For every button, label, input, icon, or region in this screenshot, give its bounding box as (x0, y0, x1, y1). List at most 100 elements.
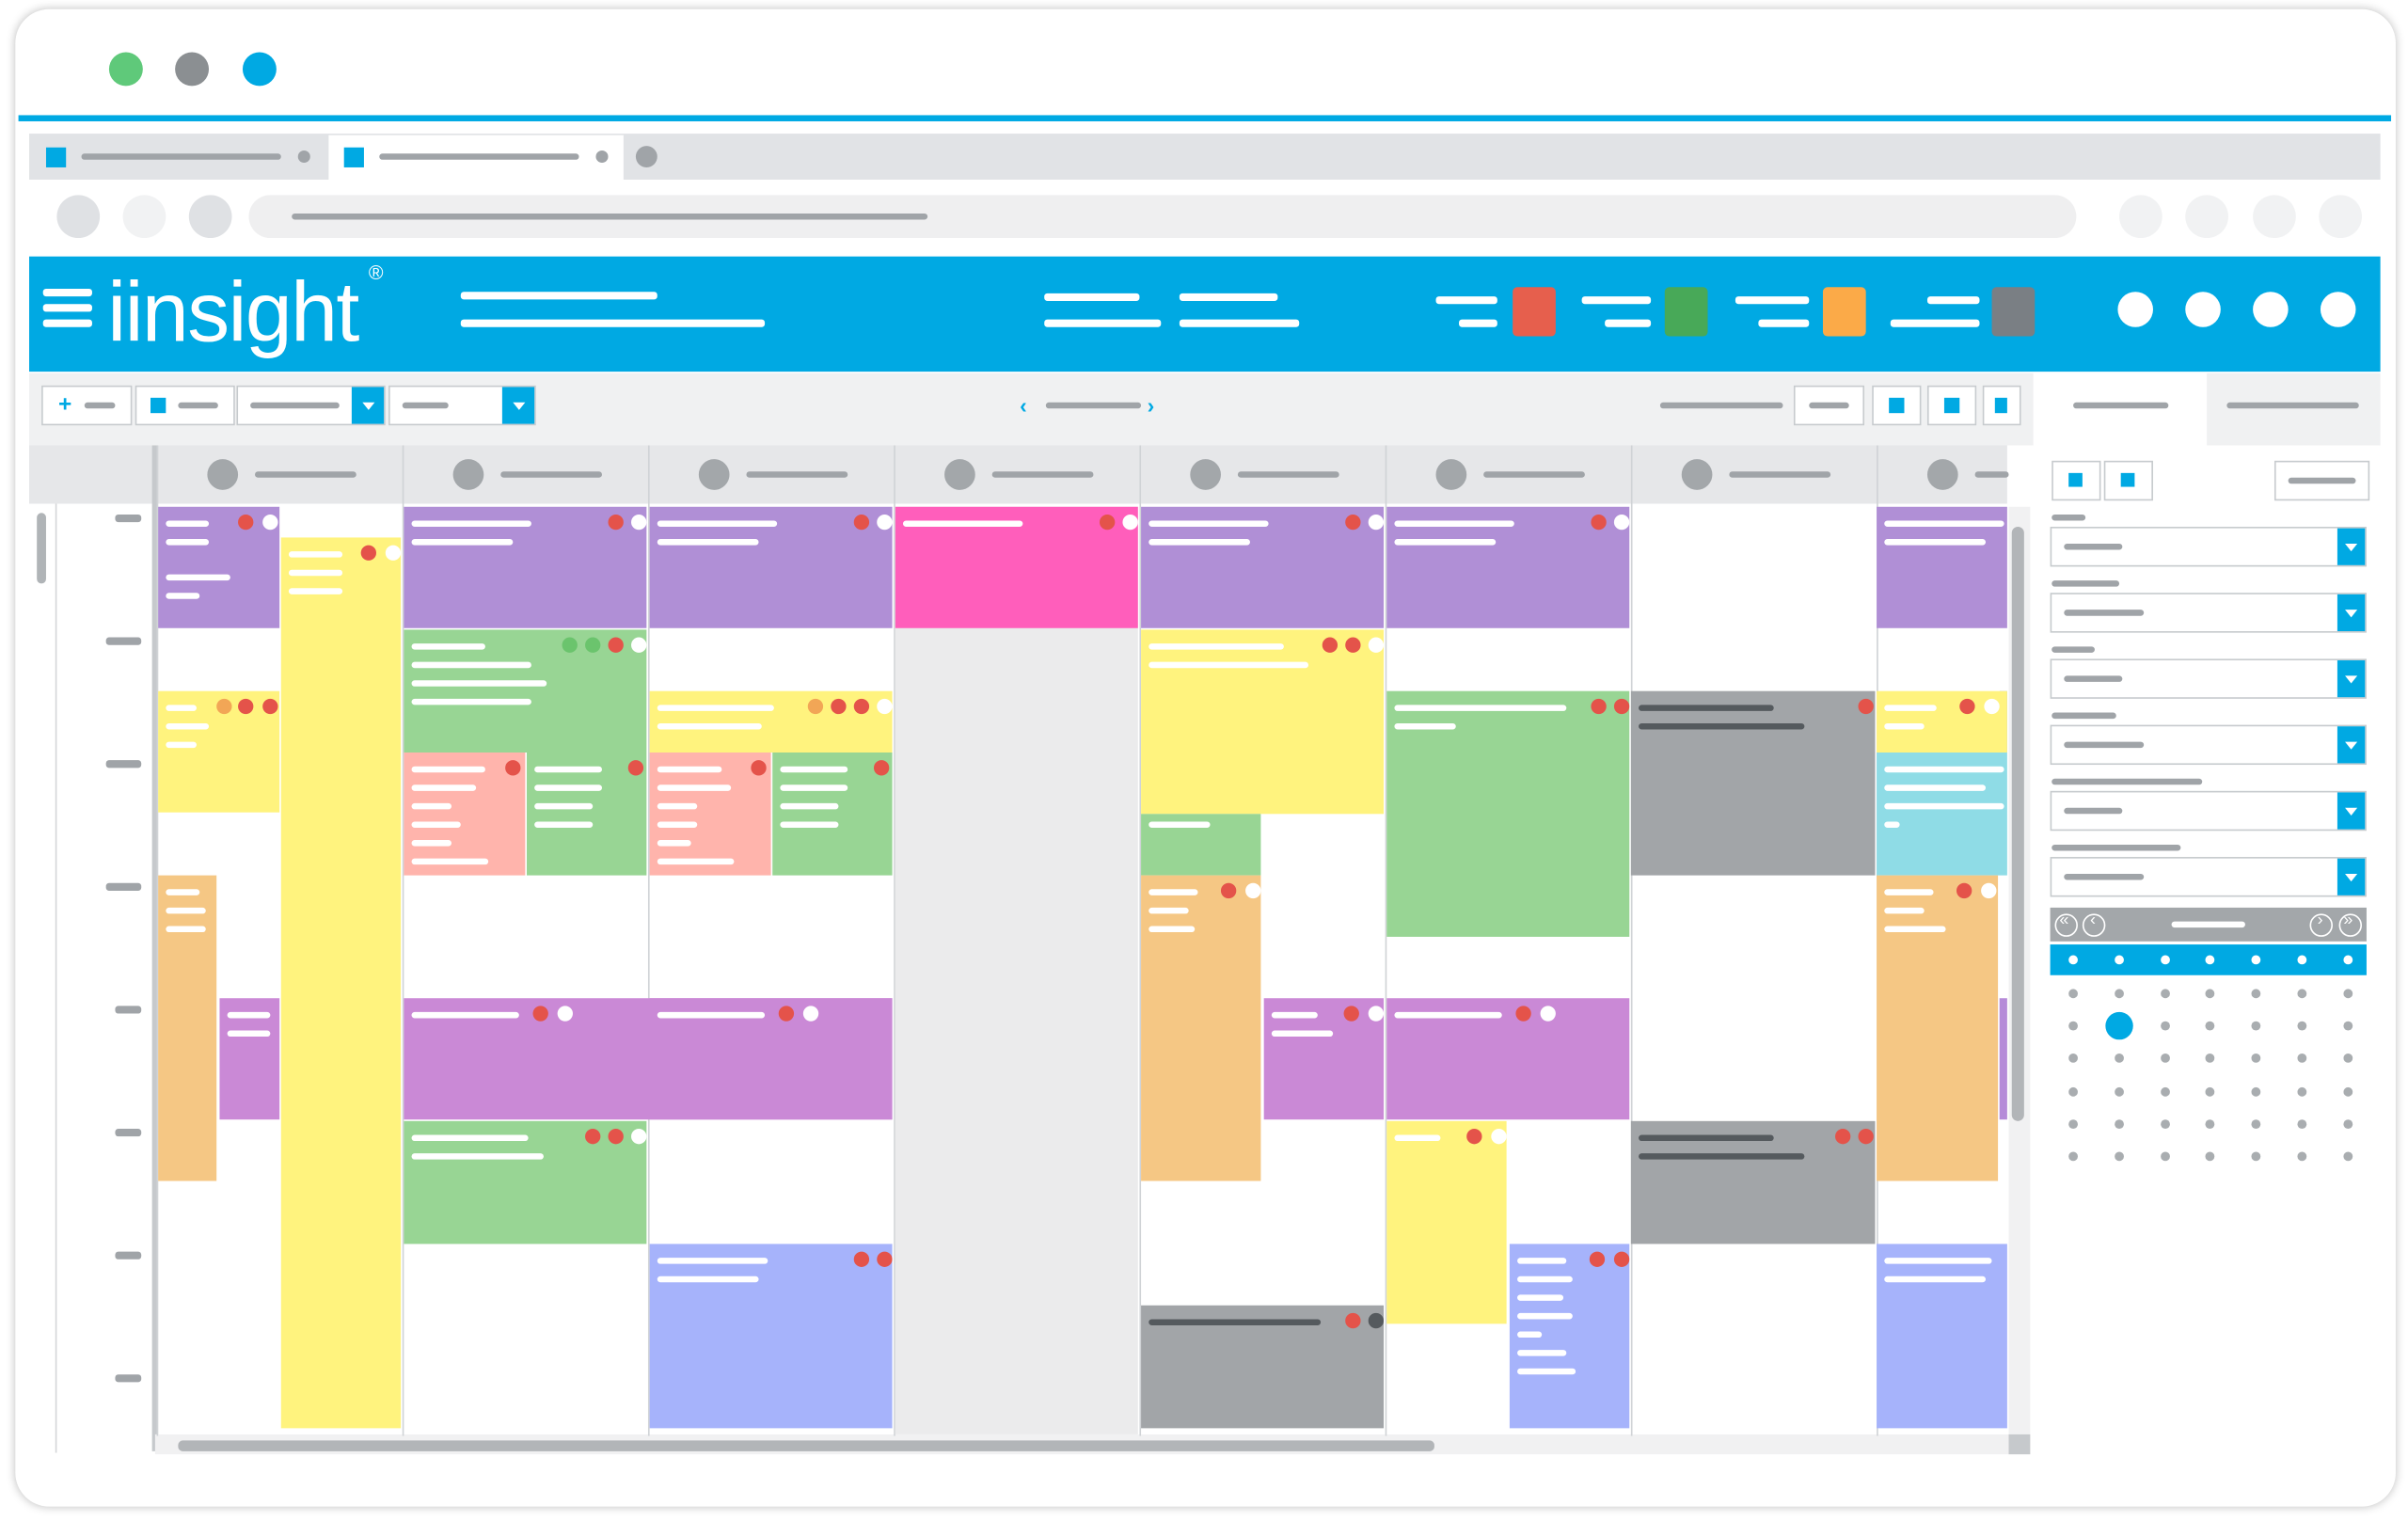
tab-2-active[interactable] (328, 135, 624, 181)
reload-button[interactable] (188, 195, 232, 239)
double-chevron-right-icon[interactable]: » (2338, 911, 2363, 937)
calendar-event[interactable] (280, 537, 402, 1429)
calendar-event[interactable] (158, 506, 280, 628)
calendar-event[interactable] (1386, 1120, 1507, 1324)
window-minimize-button[interactable] (175, 52, 210, 87)
extension-button-2[interactable] (2185, 195, 2228, 239)
back-button[interactable] (56, 195, 101, 239)
calendar-event[interactable] (527, 752, 647, 876)
calendar-event[interactable] (158, 875, 217, 1181)
mini-calendar-day[interactable] (2343, 1022, 2353, 1031)
mini-calendar-day[interactable] (2160, 1118, 2170, 1129)
calendar-event[interactable] (404, 629, 647, 753)
chevron-right-circle-icon[interactable]: › (2309, 911, 2333, 937)
add-event-button[interactable]: + (41, 385, 133, 426)
mini-calendar-day[interactable] (2160, 1022, 2170, 1031)
calendar-event[interactable] (404, 752, 526, 876)
calendar-event[interactable] (1877, 1244, 2007, 1429)
filter-select-4[interactable] (2050, 724, 2367, 766)
calendar-event[interactable] (219, 998, 280, 1120)
calendar-event[interactable] (649, 1244, 893, 1429)
calendar-event[interactable] (1386, 998, 1630, 1120)
calendar-event[interactable] (1630, 690, 1876, 876)
week-view-button[interactable] (1926, 385, 1977, 426)
calendar-event[interactable] (1877, 506, 2007, 628)
url-input[interactable] (248, 195, 2077, 239)
side-tab-2[interactable] (2207, 372, 2381, 446)
calendar-event[interactable] (1877, 752, 2007, 876)
mini-calendar-day[interactable] (2343, 1118, 2353, 1129)
header-link-2[interactable] (1179, 289, 1300, 335)
new-tab-button[interactable] (635, 146, 657, 167)
resource-avatar[interactable] (1190, 459, 1221, 490)
header-action-3[interactable] (2253, 292, 2289, 327)
calendar-event[interactable] (649, 690, 893, 753)
calendar-event[interactable] (1386, 506, 1630, 628)
calendar-event[interactable] (649, 506, 893, 628)
legend-swatch-red[interactable] (1513, 287, 1556, 337)
window-close-button[interactable] (108, 52, 143, 87)
chevron-left-circle-icon[interactable]: ‹ (2082, 911, 2106, 937)
side-option-2[interactable] (2103, 460, 2153, 501)
resource-avatar[interactable] (452, 459, 484, 490)
calendar-event[interactable] (649, 752, 771, 876)
calendar-event[interactable] (1141, 1305, 1385, 1429)
forward-button[interactable] (122, 195, 166, 239)
filter-select-2[interactable] (2050, 593, 2367, 633)
filter-select-1[interactable] (2050, 527, 2367, 567)
resource-avatar[interactable] (944, 459, 975, 490)
calendar-event[interactable] (404, 1120, 647, 1244)
legend-swatch-grey[interactable] (1991, 287, 2036, 337)
mini-calendar-day[interactable] (2160, 1086, 2170, 1097)
calendar-event[interactable] (158, 690, 280, 813)
mini-calendar-day[interactable] (2297, 989, 2307, 999)
prev-period-button[interactable]: ‹ (1020, 390, 1027, 421)
mini-calendar-day[interactable] (2114, 1151, 2124, 1162)
mini-calendar-day[interactable] (2251, 1086, 2261, 1097)
mini-calendar-day[interactable] (2068, 1118, 2078, 1129)
mini-calendar-day[interactable] (2114, 989, 2124, 999)
mini-calendar-day[interactable] (2114, 1118, 2124, 1129)
hamburger-icon[interactable] (42, 288, 92, 335)
side-tab-1-active[interactable] (2035, 372, 2208, 446)
horizontal-scroll-thumb[interactable] (178, 1440, 1434, 1451)
header-action-1[interactable] (2117, 292, 2153, 327)
tab-close-icon[interactable] (297, 151, 310, 164)
mini-calendar-day[interactable] (2068, 1086, 2078, 1097)
legend-swatch-orange[interactable] (1822, 287, 1866, 337)
mini-calendar-day[interactable] (2068, 989, 2078, 999)
header-link-1[interactable] (1044, 289, 1162, 335)
app-logo[interactable]: iinsight (107, 258, 359, 365)
view-toggle-button[interactable] (135, 385, 235, 426)
calendar-event[interactable] (772, 752, 893, 876)
calendar-event[interactable] (649, 998, 893, 1120)
resource-avatar[interactable] (698, 459, 730, 490)
mini-calendar-day[interactable] (2114, 1086, 2124, 1097)
vertical-scroll-thumb-left[interactable] (37, 513, 46, 584)
window-maximize-button[interactable] (242, 52, 277, 87)
calendar-event[interactable] (1263, 998, 1385, 1120)
mini-calendar-selected-day[interactable] (2105, 1012, 2133, 1040)
mini-calendar-day[interactable] (2343, 1151, 2353, 1162)
calendar-event[interactable] (1877, 875, 1999, 1181)
filter-select-3[interactable] (2050, 658, 2367, 699)
calendar-event[interactable] (1509, 1244, 1630, 1429)
header-action-4[interactable] (2320, 292, 2356, 327)
resource-avatar[interactable] (1681, 459, 1713, 490)
calendar-event[interactable] (1630, 1120, 1876, 1244)
tab-1[interactable] (33, 137, 323, 177)
calendar-event[interactable] (1877, 690, 2007, 753)
header-action-2[interactable] (2185, 292, 2221, 327)
calendar-event[interactable] (1141, 875, 1261, 1181)
today-button[interactable] (1793, 385, 1865, 426)
resource-avatar[interactable] (207, 459, 239, 490)
mini-calendar-day[interactable] (2343, 989, 2353, 999)
resource-avatar[interactable] (1435, 459, 1467, 490)
resource-select[interactable] (236, 385, 386, 426)
calendar-event[interactable] (1141, 629, 1385, 815)
resource-avatar[interactable] (1926, 459, 1958, 490)
side-option-1[interactable] (2052, 460, 2101, 501)
mini-calendar-day[interactable] (2160, 989, 2170, 999)
mini-calendar-day[interactable] (2297, 1151, 2307, 1162)
filter-select-6[interactable] (2050, 857, 2367, 897)
